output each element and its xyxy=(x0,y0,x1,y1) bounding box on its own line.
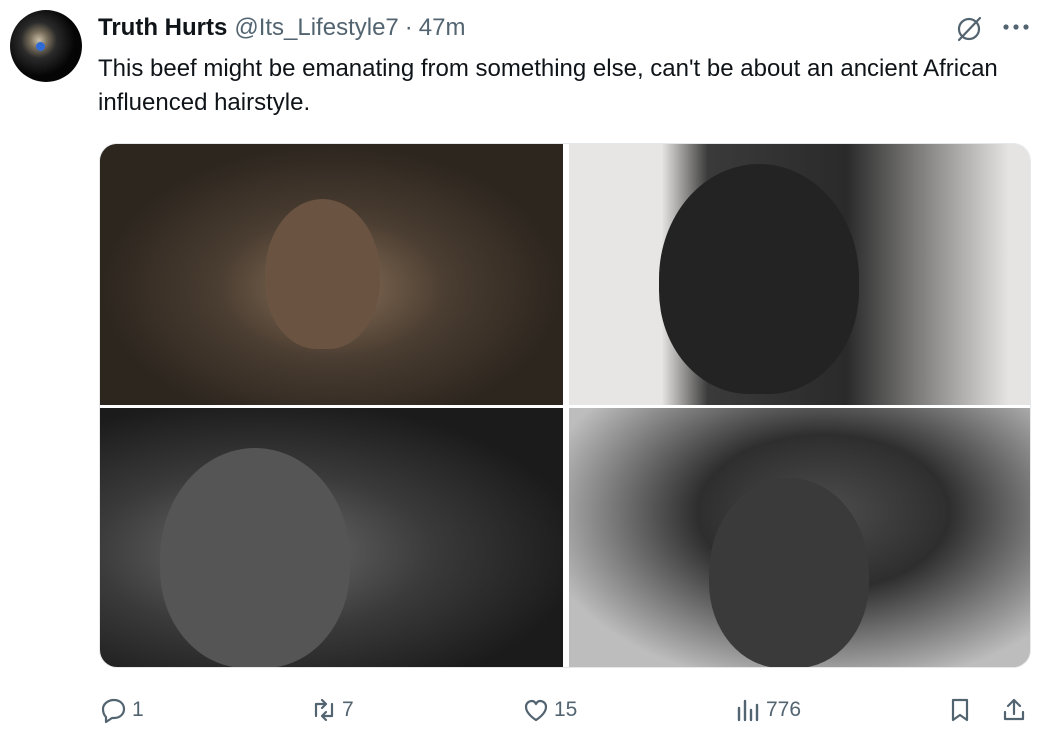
photo-4[interactable] xyxy=(569,408,1030,667)
avatar-detail xyxy=(36,42,45,51)
tweet-header: Truth Hurts @Its_Lifestyle7 · 47m xyxy=(98,12,465,44)
like-count: 15 xyxy=(554,698,578,721)
reply-icon xyxy=(101,698,126,724)
avatar[interactable] xyxy=(10,10,82,82)
retweet-button[interactable]: 7 xyxy=(310,692,354,728)
reply-count: 1 xyxy=(132,698,144,721)
retweet-icon xyxy=(314,698,334,722)
photo-subject xyxy=(659,164,859,394)
photo-subject xyxy=(265,199,380,349)
grok-icon[interactable] xyxy=(954,14,984,44)
photo-3[interactable] xyxy=(100,408,563,667)
view-count: 776 xyxy=(766,698,802,721)
photo-2[interactable] xyxy=(569,144,1030,405)
share-button[interactable] xyxy=(1000,692,1028,728)
retweet-count: 7 xyxy=(342,698,354,721)
views-button[interactable]: 776 xyxy=(734,692,801,728)
photo-subject xyxy=(160,448,350,667)
reply-button[interactable]: 1 xyxy=(100,692,144,728)
photo-subject xyxy=(709,478,869,667)
action-bar: 1 7 15 776 xyxy=(0,692,1054,728)
timestamp[interactable]: 47m xyxy=(419,14,466,42)
media-grid xyxy=(99,143,1031,668)
user-handle[interactable]: @Its_Lifestyle7 xyxy=(234,14,398,42)
tweet-text: This beef might be emanating from someth… xyxy=(98,55,998,116)
bookmark-button[interactable] xyxy=(946,692,974,728)
display-name[interactable]: Truth Hurts xyxy=(98,14,227,42)
photo-1[interactable] xyxy=(100,144,563,405)
like-button[interactable]: 15 xyxy=(522,692,577,728)
separator: · xyxy=(404,14,413,41)
views-icon xyxy=(737,699,759,722)
like-icon xyxy=(524,699,548,722)
more-icon[interactable] xyxy=(998,12,1034,42)
bookmark-icon xyxy=(951,698,969,722)
share-icon xyxy=(1003,698,1025,721)
